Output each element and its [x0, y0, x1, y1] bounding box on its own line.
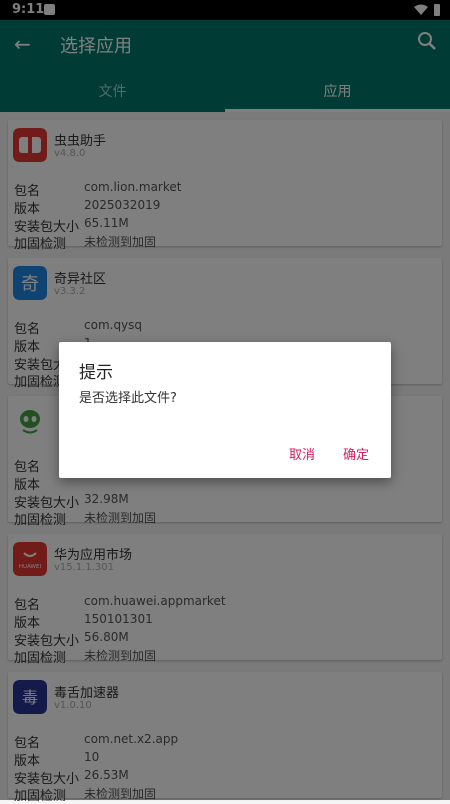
cancel-button[interactable]: 取消	[289, 444, 315, 463]
confirm-button[interactable]: 确定	[343, 444, 369, 463]
dialog-title: 提示	[79, 363, 113, 383]
dialog-message: 是否选择此文件?	[79, 391, 177, 406]
confirm-dialog: 提示 是否选择此文件? 取消 确定	[59, 342, 391, 478]
